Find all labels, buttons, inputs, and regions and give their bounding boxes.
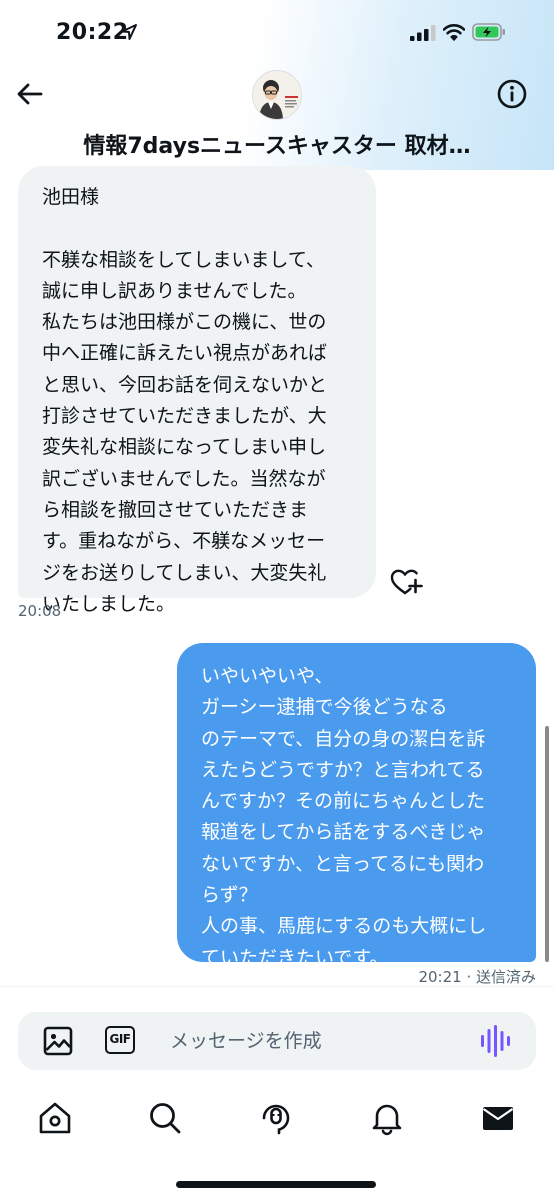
outgoing-message-bubble[interactable]: いやいやいや、 ガーシー逮捕で今後どうなる のテーマで、自分の身の潔白を訴 えた… xyxy=(177,643,536,969)
status-time: 20:22 xyxy=(56,20,129,45)
cellular-signal-icon xyxy=(410,25,436,41)
scrollbar[interactable] xyxy=(545,726,549,962)
messages-envelope-icon[interactable] xyxy=(480,1100,516,1136)
search-icon[interactable] xyxy=(147,1100,183,1136)
incoming-message-timestamp: 20:08 xyxy=(18,602,62,620)
add-reaction-heart-icon[interactable] xyxy=(389,566,423,598)
message-composer: GIF xyxy=(18,1012,536,1070)
message-input[interactable] xyxy=(170,1024,460,1058)
composer-divider xyxy=(0,986,554,987)
avatar-image xyxy=(253,71,301,119)
outgoing-message-status: 20:21 · 送信済み xyxy=(418,968,536,986)
bottom-tab-bar xyxy=(0,1090,554,1150)
conversation-title[interactable]: 情報7daysニュースキャスター 取材… xyxy=(20,128,534,160)
notifications-bell-icon[interactable] xyxy=(369,1100,405,1136)
outgoing-message-text: いやいやいや、 ガーシー逮捕で今後どうなる のテーマで、自分の身の潔白を訴 えた… xyxy=(201,665,487,969)
dm-conversation-screen: 20:22 情報7daysニュースキャスター 取材… 池田様 不躾な相談をしてし… xyxy=(0,0,554,1200)
voice-message-icon[interactable] xyxy=(480,1024,510,1058)
home-indicator[interactable] xyxy=(176,1181,376,1188)
back-arrow-icon[interactable] xyxy=(14,78,46,110)
spaces-microphone-icon[interactable] xyxy=(258,1100,294,1136)
conversation-header: 情報7daysニュースキャスター 取材… xyxy=(0,62,554,170)
avatar[interactable] xyxy=(252,70,302,120)
gif-button[interactable]: GIF xyxy=(105,1026,135,1054)
incoming-message-bubble[interactable]: 池田様 不躾な相談をしてしまいまして、 誠に申し訳ありませんでした。 私たちは池… xyxy=(18,166,376,615)
home-icon[interactable] xyxy=(37,1100,73,1136)
info-icon[interactable] xyxy=(496,78,528,110)
status-bar: 20:22 xyxy=(0,0,554,62)
location-arrow-icon xyxy=(121,24,137,40)
image-icon[interactable] xyxy=(42,1025,74,1057)
battery-charging-icon xyxy=(472,23,505,41)
incoming-message-text: 池田様 不躾な相談をしてしまいまして、 誠に申し訳ありませんでした。 私たちは池… xyxy=(42,186,328,615)
wifi-icon xyxy=(443,24,465,41)
